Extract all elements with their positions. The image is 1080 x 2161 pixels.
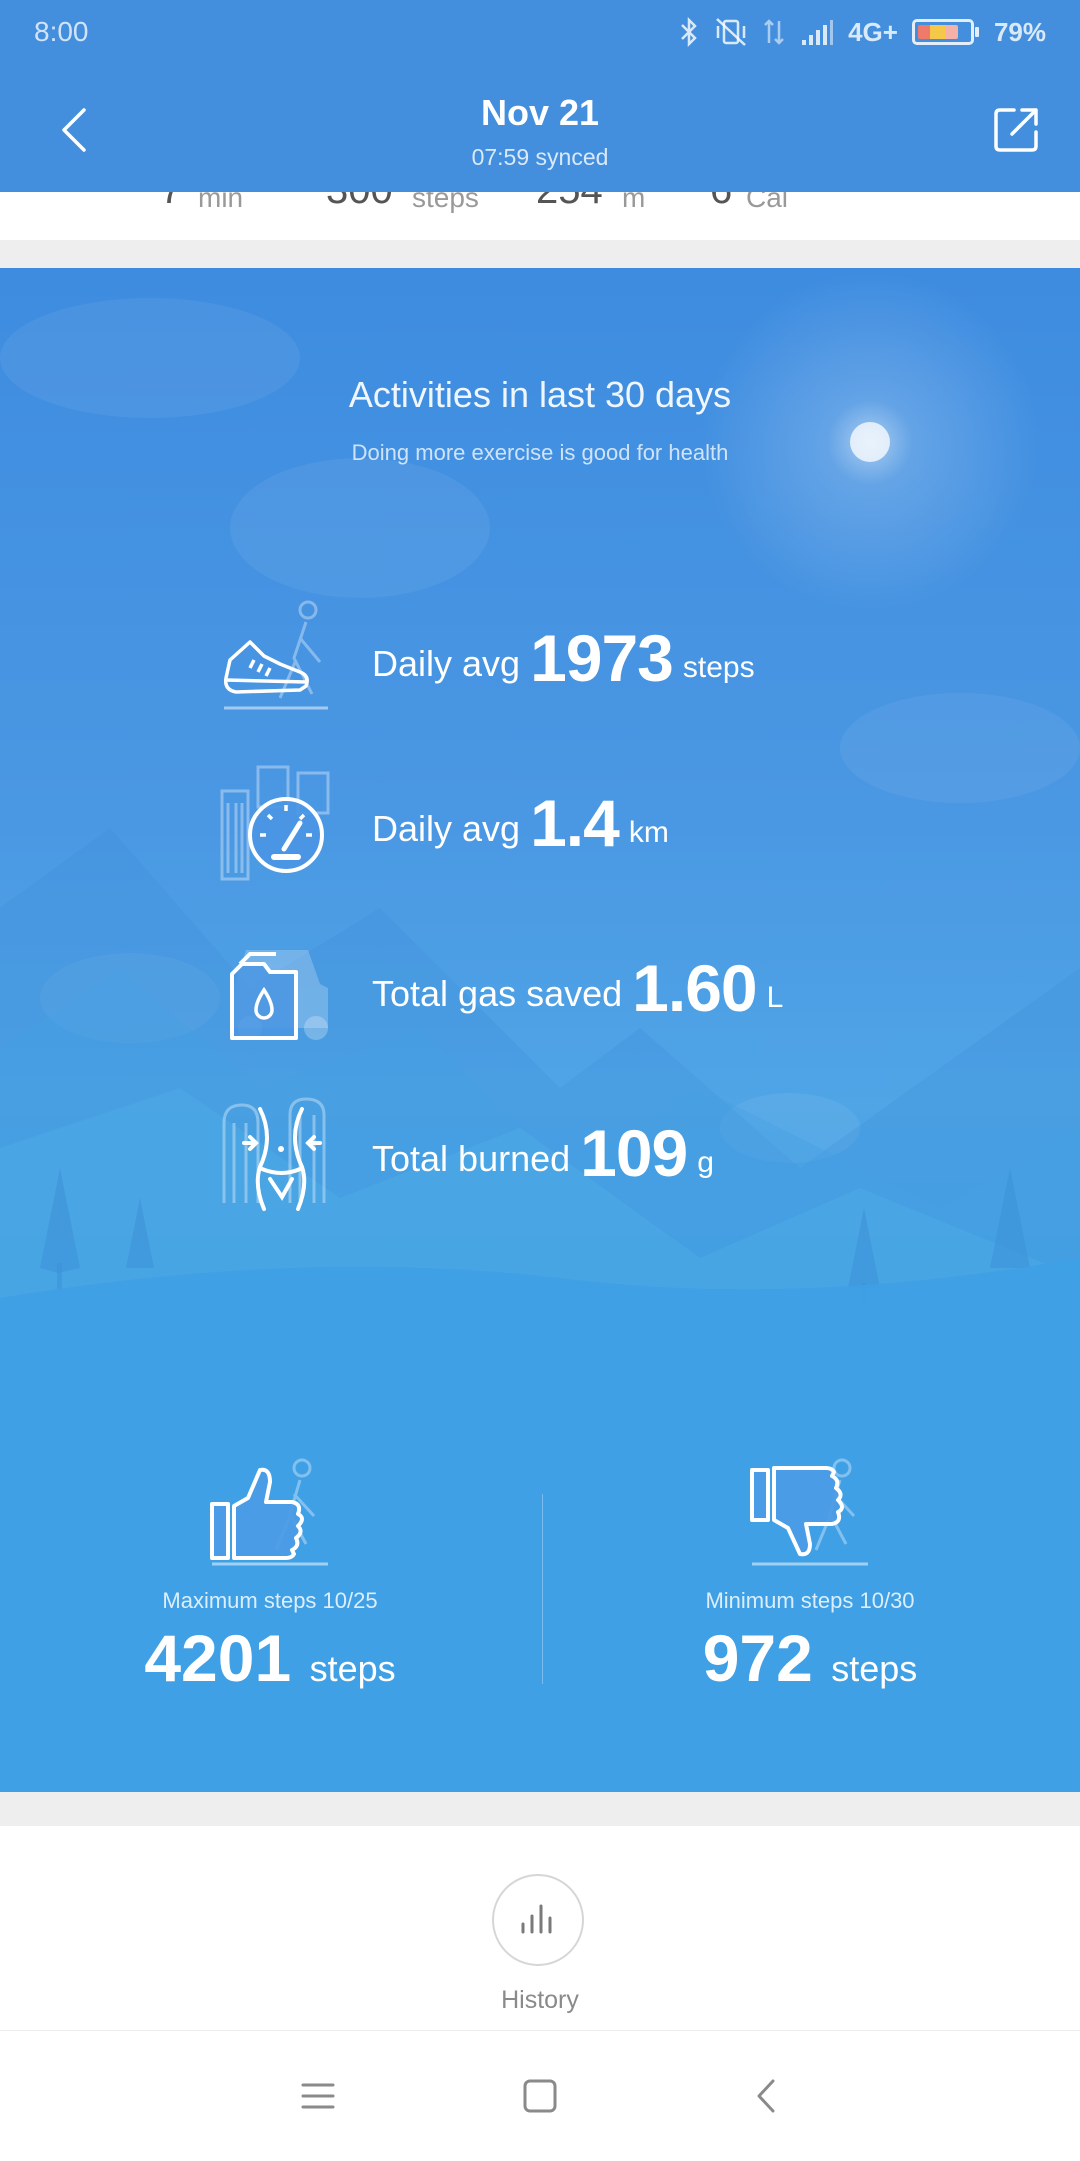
history-section: History (0, 1826, 1080, 2030)
stat-row-burned: Total burned 109 g (220, 1093, 980, 1213)
stat-value: 1973 (530, 621, 674, 695)
stat-unit: steps (682, 651, 755, 684)
section-gap (0, 240, 1080, 268)
stat-label: Daily avg (372, 808, 521, 849)
page-title: Nov 21 (480, 92, 600, 133)
signal-icon (802, 20, 834, 45)
data-arrows-icon (764, 19, 784, 45)
status-icons: 4G+ 79% (678, 12, 1046, 52)
min-steps-unit: steps (831, 1648, 918, 1689)
share-button[interactable] (992, 104, 1042, 154)
history-button[interactable] (492, 1874, 584, 1966)
status-bar: 8:00 4G+ 79% (0, 0, 1080, 64)
card-subtitle: Doing more exercise is good for health (351, 440, 729, 465)
stat-row-daily-distance: Daily avg 1.4 km (220, 763, 980, 883)
walking-shoe-icon (223, 600, 328, 710)
thumbs-up-icon (210, 1458, 328, 1566)
stat-label: Total burned (372, 1138, 571, 1179)
max-steps-unit: steps (309, 1648, 396, 1689)
waist-fat-burn-icon (222, 1097, 326, 1211)
activities-card: Activities in last 30 days Doing more ex… (0, 268, 1080, 1792)
battery-icon (911, 19, 979, 45)
stat-value: 109 (580, 1116, 688, 1190)
stat-unit: L (766, 981, 784, 1014)
system-nav-bar (0, 2030, 1080, 2161)
min-steps-value: 972 (702, 1621, 813, 1695)
menu-icon[interactable] (295, 2073, 341, 2119)
home-square-icon[interactable] (517, 2073, 563, 2119)
min-steps-stat: Minimum steps 10/30 972 steps (540, 1458, 1080, 1695)
stat-value: 1.4 (530, 786, 620, 860)
stat-label: Total gas saved (372, 973, 623, 1014)
network-type: 4G+ (848, 16, 898, 47)
back-triangle-icon[interactable] (745, 2073, 791, 2119)
card-title: Activities in last 30 days (348, 374, 732, 415)
bar-chart-icon (521, 1904, 552, 1934)
sync-status: 07:59 synced (471, 144, 609, 170)
stat-unit: g (697, 1146, 714, 1179)
stat-row-gas-saved: Total gas saved 1.60 L (220, 928, 980, 1048)
max-steps-stat: Maximum steps 10/25 4201 steps (0, 1458, 540, 1695)
app-header: 8:00 4G+ 79% Nov 21 07:59 synced (0, 0, 1080, 192)
thumbs-down-icon (750, 1458, 868, 1566)
speedometer-city-icon (220, 765, 330, 881)
battery-percent: 79% (993, 16, 1046, 47)
section-gap (0, 1792, 1080, 1826)
status-time: 8:00 (34, 16, 89, 47)
stat-row-daily-steps: Daily avg 1973 steps (220, 598, 980, 718)
vibrate-off-icon (716, 18, 746, 46)
scrolled-summary-peek: 7 min 300 steps 254 m 6 Cal (0, 192, 1080, 240)
gas-can-icon (230, 950, 328, 1040)
stat-value: 1.60 (632, 951, 757, 1025)
max-steps-value: 4201 (144, 1621, 292, 1695)
max-steps-label: Maximum steps 10/25 (162, 1588, 378, 1613)
stat-label: Daily avg (372, 643, 521, 684)
history-label[interactable]: History (0, 1986, 1080, 2015)
stat-unit: km (628, 816, 669, 849)
bluetooth-icon (681, 17, 697, 47)
min-steps-label: Minimum steps 10/30 (705, 1588, 915, 1613)
